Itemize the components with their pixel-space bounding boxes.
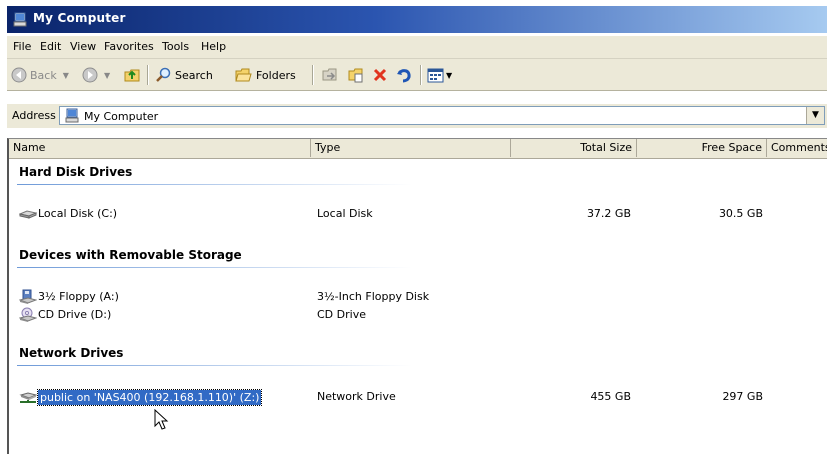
my-computer-icon (65, 108, 79, 123)
move-to-button[interactable] (321, 66, 339, 84)
list-item-network-drive-z[interactable]: public on 'NAS400 (192.168.1.110)' (Z:) … (9, 388, 827, 406)
column-type[interactable]: Type (311, 139, 511, 157)
group-header-removable-storage: Devices with Removable Storage (19, 248, 242, 262)
up-folder-icon (124, 69, 140, 82)
group-header-hard-disk-drives: Hard Disk Drives (19, 165, 133, 179)
back-dropdown-icon[interactable]: ▼ (63, 71, 69, 80)
menu-edit[interactable]: Edit (40, 40, 61, 53)
item-type: 3½-Inch Floppy Disk (317, 290, 430, 303)
delete-button[interactable] (372, 66, 388, 84)
forward-arrow-icon (82, 67, 98, 83)
move-to-icon (322, 68, 337, 81)
file-list: Name Type Total Size Free Space Comments… (7, 138, 827, 454)
menu-favorites[interactable]: Favorites (104, 40, 154, 53)
floppy-icon (19, 289, 37, 304)
back-label: Back (30, 68, 57, 82)
item-type: Local Disk (317, 207, 373, 220)
address-dropdown-icon[interactable]: ▼ (806, 107, 824, 124)
item-name: CD Drive (D:) (38, 308, 112, 321)
network-drive-icon (19, 392, 37, 403)
item-free-space: 30.5 GB (718, 207, 763, 220)
menu-view[interactable]: View (70, 40, 96, 53)
folders-label: Folders (256, 68, 296, 82)
mouse-pointer-icon (154, 409, 169, 430)
search-label: Search (175, 68, 213, 82)
up-folder-button[interactable] (123, 66, 141, 84)
search-button[interactable]: Search (155, 66, 213, 84)
hard-disk-icon (19, 210, 37, 219)
column-free-space[interactable]: Free Space (637, 139, 767, 157)
explorer-window: My Computer File Edit View Favorites Too… (7, 0, 827, 454)
menu-file[interactable]: File (13, 40, 31, 53)
list-item-local-disk-c[interactable]: Local Disk (C:) Local Disk 37.2 GB 30.5 … (9, 205, 827, 223)
my-computer-icon (13, 12, 27, 27)
copy-to-button[interactable] (347, 66, 365, 84)
search-icon (156, 67, 171, 82)
forward-dropdown-icon[interactable]: ▼ (104, 71, 110, 80)
item-name-selected: public on 'NAS400 (192.168.1.110)' (Z:) (36, 389, 263, 406)
toolbar-separator (147, 65, 149, 85)
toolbar-separator (312, 65, 314, 85)
item-free-space: 297 GB (722, 390, 763, 403)
group-divider (17, 184, 412, 185)
folders-button[interactable]: Folders (235, 66, 296, 84)
item-total-size: 37.2 GB (586, 207, 631, 220)
delete-x-icon (373, 68, 387, 82)
folders-icon (235, 68, 252, 82)
item-name: Local Disk (C:) (38, 207, 118, 220)
item-type: CD Drive (317, 308, 366, 321)
menu-help[interactable]: Help (201, 40, 226, 53)
back-arrow-icon (11, 67, 27, 83)
title-bar[interactable]: My Computer (7, 6, 827, 33)
column-header-row: Name Type Total Size Free Space Comments (9, 139, 827, 159)
undo-button[interactable] (395, 66, 413, 84)
address-value: My Computer (84, 110, 159, 123)
column-comments[interactable]: Comments (767, 139, 827, 157)
menu-bar: File Edit View Favorites Tools Help (7, 36, 827, 59)
back-button[interactable]: Back ▼ (11, 66, 69, 84)
copy-to-icon (348, 68, 363, 83)
views-dropdown-icon[interactable]: ▼ (446, 71, 452, 80)
cd-drive-icon (19, 307, 37, 322)
standard-toolbar: Back ▼ ▼ Search Folders ▼ (7, 59, 827, 91)
views-button[interactable]: ▼ (427, 66, 452, 84)
column-total-size[interactable]: Total Size (511, 139, 637, 157)
window-title: My Computer (33, 11, 126, 25)
address-label: Address (12, 109, 56, 122)
item-name: 3½ Floppy (A:) (38, 290, 119, 303)
list-item-floppy-a[interactable]: 3½ Floppy (A:) 3½-Inch Floppy Disk (9, 288, 827, 306)
forward-button[interactable]: ▼ (82, 66, 110, 84)
item-total-size: 455 GB (590, 390, 631, 403)
group-divider (17, 267, 412, 268)
views-icon (427, 68, 444, 82)
column-name[interactable]: Name (9, 139, 311, 157)
address-input[interactable]: My Computer ▼ (59, 106, 825, 125)
group-header-network-drives: Network Drives (19, 346, 124, 360)
undo-icon (397, 69, 411, 83)
list-item-cd-drive-d[interactable]: CD Drive (D:) CD Drive (9, 306, 827, 324)
toolbar-separator (420, 65, 422, 85)
address-bar: Address My Computer ▼ (7, 104, 827, 128)
menu-tools[interactable]: Tools (162, 40, 189, 53)
group-divider (17, 365, 412, 366)
item-type: Network Drive (317, 390, 396, 403)
